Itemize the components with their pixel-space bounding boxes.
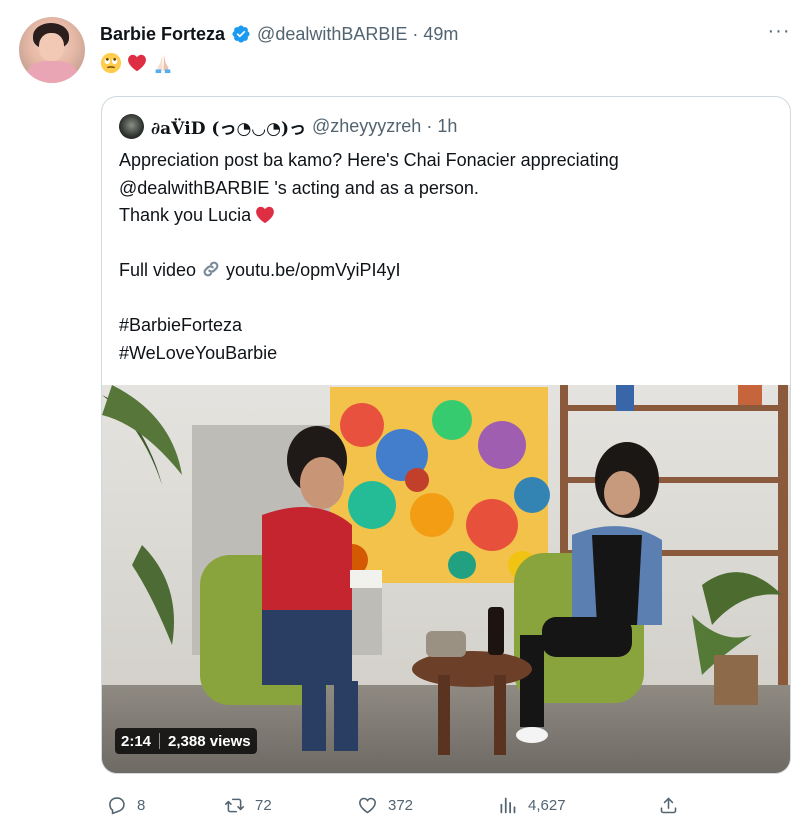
author-avatar[interactable]	[19, 17, 85, 83]
more-options-icon[interactable]: ···	[766, 21, 792, 44]
quoted-author-name[interactable]: ∂aV̈iD (っ◔◡◔)っ	[151, 114, 306, 139]
tweet-header: Barbie Forteza @dealwithBARBIE · 49m	[100, 22, 458, 46]
quoted-author-avatar[interactable]	[119, 114, 144, 139]
separator-dot: ·	[412, 23, 419, 44]
video-thumbnail	[102, 385, 790, 773]
folded-hands-emoji-icon	[155, 54, 171, 74]
reply-button[interactable]: 8	[106, 790, 145, 820]
reply-count: 8	[137, 796, 146, 814]
video-view-count: 2,388 views	[168, 732, 251, 750]
full-video-line: Full video youtu.be/opmVyiPI4yI	[119, 257, 779, 285]
author-handle[interactable]: @dealwithBARBIE	[257, 24, 407, 45]
retweet-count: 72	[255, 796, 272, 814]
reply-icon	[109, 796, 125, 814]
like-button[interactable]: 372	[357, 790, 413, 820]
views-button[interactable]: 4,627	[497, 790, 566, 820]
view-count: 4,627	[528, 796, 566, 814]
author-name[interactable]: Barbie Forteza	[100, 24, 225, 45]
quoted-tweet-timestamp[interactable]: 1h	[437, 116, 457, 137]
analytics-bar-icon	[500, 797, 516, 813]
tweet-timestamp[interactable]: 49m	[423, 24, 458, 45]
video-info-badge: 2:14 2,388 views	[115, 728, 257, 754]
hashtag-barbieforteza[interactable]: #BarbieForteza	[119, 312, 779, 340]
badge-divider	[159, 733, 161, 749]
avatar-face	[39, 33, 64, 61]
hashtag-weloveyoubarbie[interactable]: #WeLoveYouBarbie	[119, 340, 779, 368]
red-heart-emoji-icon	[256, 206, 274, 224]
quoted-text-line: Appreciation post ba kamo? Here's Chai F…	[119, 150, 619, 170]
share-button[interactable]	[658, 790, 689, 820]
thanks-text: Thank you Lucia	[119, 205, 252, 225]
quoted-tweet-text: Appreciation post ba kamo? Here's Chai F…	[119, 147, 779, 367]
verified-badge-icon	[232, 25, 250, 43]
retweet-button[interactable]: 72	[224, 790, 272, 820]
quoted-text-line: @dealwithBARBIE 's acting and as a perso…	[119, 177, 479, 198]
link-icon	[203, 261, 219, 277]
quoted-text-line-thanks: Thank you Lucia	[119, 202, 779, 230]
separator-dot: ·	[426, 116, 433, 136]
like-count: 372	[388, 796, 414, 814]
quoted-tweet-header: ∂aV̈iD (っ◔◡◔)っ @zheyyyzreh · 1h	[119, 114, 457, 139]
retweet-icon	[224, 798, 245, 812]
video-link[interactable]: youtu.be/opmVyiPI4yI	[226, 260, 400, 280]
video-player[interactable]: 2:14 2,388 views	[102, 385, 790, 773]
avatar-shoulders	[27, 61, 77, 83]
quoted-author-handle[interactable]: @zheyyyzreh	[312, 116, 421, 137]
rolling-eyes-emoji-icon	[100, 52, 122, 74]
tweet-actions-bar: 8 72 372 4,627	[0, 790, 800, 820]
heart-icon	[359, 797, 376, 813]
red-heart-emoji-icon	[128, 54, 146, 72]
quoted-tweet[interactable]: ∂aV̈iD (っ◔◡◔)っ @zheyyyzreh · 1h Apprecia…	[101, 96, 791, 774]
share-icon	[660, 797, 677, 813]
full-video-label: Full video	[119, 260, 197, 280]
video-duration: 2:14	[121, 732, 152, 750]
tweet-text	[100, 52, 174, 74]
